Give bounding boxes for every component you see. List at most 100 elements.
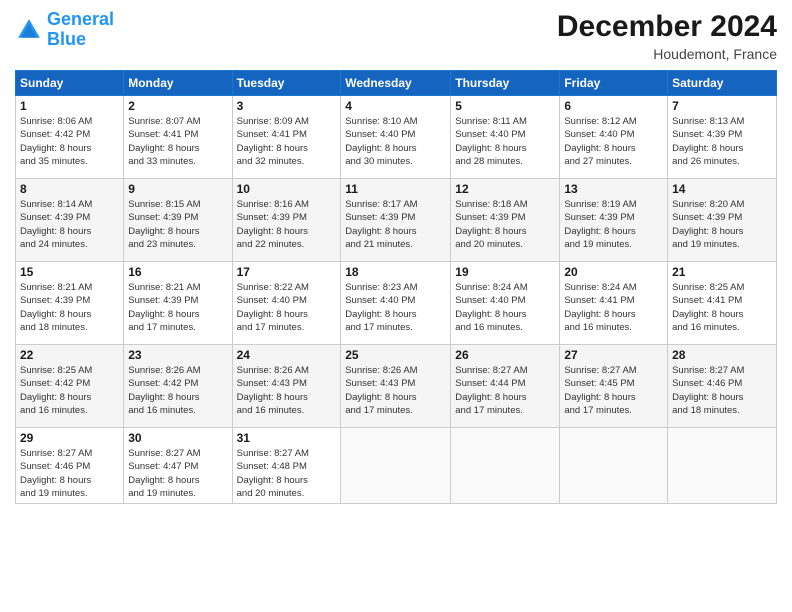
calendar-cell: 19Sunrise: 8:24 AMSunset: 4:40 PMDayligh…	[451, 262, 560, 345]
logo-line2: Blue	[47, 29, 86, 49]
day-info: Sunrise: 8:17 AMSunset: 4:39 PMDaylight:…	[345, 198, 446, 251]
day-number: 5	[455, 99, 555, 113]
calendar-cell: 3 Sunrise: 8:09 AMSunset: 4:41 PMDaylight…	[232, 96, 341, 179]
day-number: 27	[564, 348, 663, 362]
day-info: Sunrise: 8:13 AMSunset: 4:39 PMDaylight:…	[672, 115, 772, 168]
calendar-cell: 27 Sunrise: 8:27 AMSunset: 4:45 PMDayligh…	[560, 345, 668, 428]
day-info: Sunrise: 8:14 AMSunset: 4:39 PMDaylight:…	[20, 198, 119, 251]
week-row-1: 1 Sunrise: 8:06 AMSunset: 4:42 PMDaylight…	[16, 96, 777, 179]
weekday-header-friday: Friday	[560, 71, 668, 96]
day-info: Sunrise: 8:27 AMSunset: 4:46 PMDaylight:…	[20, 447, 119, 500]
day-info: Sunrise: 8:19 AMSunset: 4:39 PMDaylight:…	[564, 198, 663, 251]
calendar-cell: 28 Sunrise: 8:27 AMSunset: 4:46 PMDayligh…	[668, 345, 777, 428]
calendar-cell: 18 Sunrise: 8:23 AMSunset: 4:40 PMDayligh…	[341, 262, 451, 345]
main-title: December 2024	[557, 10, 777, 44]
day-info: Sunrise: 8:16 AMSunset: 4:39 PMDaylight:…	[237, 198, 337, 251]
subtitle: Houdemont, France	[557, 46, 777, 62]
day-number: 15	[20, 265, 119, 279]
day-number: 16	[128, 265, 227, 279]
day-info: Sunrise: 8:27 AMSunset: 4:45 PMDaylight:…	[564, 364, 663, 417]
day-info: Sunrise: 8:21 AMSunset: 4:39 PMDaylight:…	[20, 281, 119, 334]
calendar: SundayMondayTuesdayWednesdayThursdayFrid…	[15, 70, 777, 504]
day-number: 22	[20, 348, 119, 362]
day-number: 18	[345, 265, 446, 279]
day-number: 24	[237, 348, 337, 362]
calendar-cell: 9 Sunrise: 8:15 AMSunset: 4:39 PMDaylight…	[124, 179, 232, 262]
day-number: 3	[237, 99, 337, 113]
week-row-3: 15 Sunrise: 8:21 AMSunset: 4:39 PMDayligh…	[16, 262, 777, 345]
weekday-header-wednesday: Wednesday	[341, 71, 451, 96]
day-info: Sunrise: 8:09 AMSunset: 4:41 PMDaylight:…	[237, 115, 337, 168]
day-info: Sunrise: 8:06 AMSunset: 4:42 PMDaylight:…	[20, 115, 119, 168]
calendar-cell: 5Sunrise: 8:11 AMSunset: 4:40 PMDaylight…	[451, 96, 560, 179]
day-number: 6	[564, 99, 663, 113]
logo-text: General Blue	[47, 10, 114, 50]
calendar-cell: 7 Sunrise: 8:13 AMSunset: 4:39 PMDaylight…	[668, 96, 777, 179]
calendar-cell: 8 Sunrise: 8:14 AMSunset: 4:39 PMDaylight…	[16, 179, 124, 262]
day-info: Sunrise: 8:25 AMSunset: 4:42 PMDaylight:…	[20, 364, 119, 417]
day-info: Sunrise: 8:23 AMSunset: 4:40 PMDaylight:…	[345, 281, 446, 334]
day-number: 7	[672, 99, 772, 113]
day-info: Sunrise: 8:27 AMSunset: 4:47 PMDaylight:…	[128, 447, 227, 500]
day-number: 2	[128, 99, 227, 113]
weekday-header-monday: Monday	[124, 71, 232, 96]
calendar-cell: 24 Sunrise: 8:26 AMSunset: 4:43 PMDayligh…	[232, 345, 341, 428]
day-info: Sunrise: 8:12 AMSunset: 4:40 PMDaylight:…	[564, 115, 663, 168]
calendar-cell	[451, 428, 560, 504]
calendar-cell	[668, 428, 777, 504]
day-info: Sunrise: 8:26 AMSunset: 4:43 PMDaylight:…	[345, 364, 446, 417]
week-row-4: 22 Sunrise: 8:25 AMSunset: 4:42 PMDayligh…	[16, 345, 777, 428]
day-info: Sunrise: 8:27 AMSunset: 4:44 PMDaylight:…	[455, 364, 555, 417]
day-info: Sunrise: 8:21 AMSunset: 4:39 PMDaylight:…	[128, 281, 227, 334]
calendar-cell: 30 Sunrise: 8:27 AMSunset: 4:47 PMDayligh…	[124, 428, 232, 504]
calendar-cell: 29 Sunrise: 8:27 AMSunset: 4:46 PMDayligh…	[16, 428, 124, 504]
weekday-header-sunday: Sunday	[16, 71, 124, 96]
weekday-header-thursday: Thursday	[451, 71, 560, 96]
calendar-cell: 17Sunrise: 8:22 AMSunset: 4:40 PMDayligh…	[232, 262, 341, 345]
day-info: Sunrise: 8:26 AMSunset: 4:43 PMDaylight:…	[237, 364, 337, 417]
day-number: 9	[128, 182, 227, 196]
day-number: 4	[345, 99, 446, 113]
calendar-cell: 21 Sunrise: 8:25 AMSunset: 4:41 PMDayligh…	[668, 262, 777, 345]
day-number: 21	[672, 265, 772, 279]
calendar-cell: 6 Sunrise: 8:12 AMSunset: 4:40 PMDaylight…	[560, 96, 668, 179]
calendar-cell: 23Sunrise: 8:26 AMSunset: 4:42 PMDayligh…	[124, 345, 232, 428]
calendar-cell: 26 Sunrise: 8:27 AMSunset: 4:44 PMDayligh…	[451, 345, 560, 428]
day-info: Sunrise: 8:20 AMSunset: 4:39 PMDaylight:…	[672, 198, 772, 251]
calendar-cell: 15 Sunrise: 8:21 AMSunset: 4:39 PMDayligh…	[16, 262, 124, 345]
calendar-cell: 1 Sunrise: 8:06 AMSunset: 4:42 PMDaylight…	[16, 96, 124, 179]
calendar-cell: 22 Sunrise: 8:25 AMSunset: 4:42 PMDayligh…	[16, 345, 124, 428]
calendar-cell: 12Sunrise: 8:18 AMSunset: 4:39 PMDayligh…	[451, 179, 560, 262]
day-number: 30	[128, 431, 227, 445]
day-number: 8	[20, 182, 119, 196]
day-number: 12	[455, 182, 555, 196]
calendar-cell: 13 Sunrise: 8:19 AMSunset: 4:39 PMDayligh…	[560, 179, 668, 262]
title-block: December 2024 Houdemont, France	[557, 10, 777, 62]
weekday-header-tuesday: Tuesday	[232, 71, 341, 96]
day-number: 25	[345, 348, 446, 362]
day-number: 28	[672, 348, 772, 362]
day-info: Sunrise: 8:10 AMSunset: 4:40 PMDaylight:…	[345, 115, 446, 168]
calendar-cell: 25 Sunrise: 8:26 AMSunset: 4:43 PMDayligh…	[341, 345, 451, 428]
day-number: 29	[20, 431, 119, 445]
day-number: 13	[564, 182, 663, 196]
day-number: 1	[20, 99, 119, 113]
day-number: 26	[455, 348, 555, 362]
day-number: 10	[237, 182, 337, 196]
day-number: 11	[345, 182, 446, 196]
day-info: Sunrise: 8:15 AMSunset: 4:39 PMDaylight:…	[128, 198, 227, 251]
calendar-cell: 14Sunrise: 8:20 AMSunset: 4:39 PMDayligh…	[668, 179, 777, 262]
calendar-cell	[341, 428, 451, 504]
calendar-cell: 31Sunrise: 8:27 AMSunset: 4:48 PMDayligh…	[232, 428, 341, 504]
day-info: Sunrise: 8:27 AMSunset: 4:46 PMDaylight:…	[672, 364, 772, 417]
day-info: Sunrise: 8:27 AMSunset: 4:48 PMDaylight:…	[237, 447, 337, 500]
day-info: Sunrise: 8:07 AMSunset: 4:41 PMDaylight:…	[128, 115, 227, 168]
calendar-cell: 20Sunrise: 8:24 AMSunset: 4:41 PMDayligh…	[560, 262, 668, 345]
day-info: Sunrise: 8:24 AMSunset: 4:40 PMDaylight:…	[455, 281, 555, 334]
calendar-cell: 4 Sunrise: 8:10 AMSunset: 4:40 PMDaylight…	[341, 96, 451, 179]
calendar-cell: 11 Sunrise: 8:17 AMSunset: 4:39 PMDayligh…	[341, 179, 451, 262]
day-info: Sunrise: 8:22 AMSunset: 4:40 PMDaylight:…	[237, 281, 337, 334]
day-info: Sunrise: 8:25 AMSunset: 4:41 PMDaylight:…	[672, 281, 772, 334]
logo: General Blue	[15, 10, 114, 50]
calendar-cell	[560, 428, 668, 504]
